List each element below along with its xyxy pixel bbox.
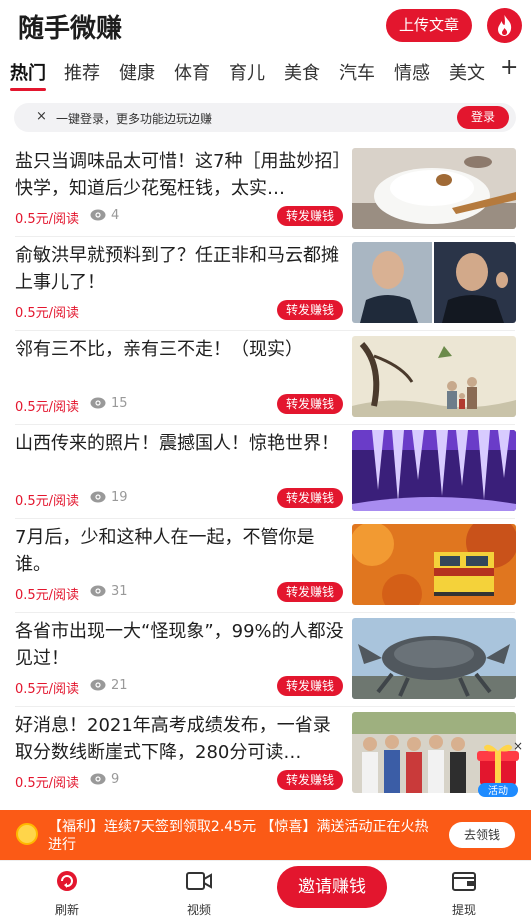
share-earn-button[interactable]: 转发赚钱 [277,582,343,602]
article-title[interactable]: 7月后，少和这种人在一起，不管你是谁。 [15,524,345,578]
tab-essay[interactable]: 美文 [449,59,485,85]
nav-withdraw[interactable]: 提现 [434,869,494,918]
top-bar: 随手微赚 上传文章 [0,0,531,52]
eye-icon [90,585,106,597]
article-price: 0.5元/阅读 [15,588,80,603]
article-item[interactable]: 7月后，少和这种人在一起，不管你是谁。 0.5元/阅读 31 转发赚钱 [0,519,531,613]
eye-icon [90,491,106,503]
activity-label: 活动 [488,785,508,797]
share-earn-button[interactable]: 转发赚钱 [277,770,343,790]
category-tabs: 热门 推荐 健康 体育 育儿 美食 汽车 情感 美文 + [0,55,531,95]
login-prompt-text: 一键登录，更多功能边玩边赚 [56,112,213,126]
tab-health[interactable]: 健康 [119,59,155,85]
eye-icon [90,397,106,409]
eye-icon [90,679,106,691]
tab-sports[interactable]: 体育 [174,59,210,85]
invite-earn-button[interactable]: 邀请赚钱 [277,866,387,908]
article-item[interactable]: 好消息！2021年高考成绩发布，一省录取分数线断崖式下降，280分可读… 0.5… [0,707,531,801]
article-thumbnail-crab-sculpture[interactable] [352,618,516,699]
article-price: 0.5元/阅读 [15,682,80,697]
article-thumbnail-salt[interactable] [352,148,516,229]
nav-withdraw-label: 提现 [451,903,476,917]
login-button[interactable]: 登录 [457,106,509,129]
app-title: 随手微赚 [18,14,123,44]
view-count: 21 [111,678,128,693]
active-tab-indicator [10,88,46,91]
close-activity-icon[interactable]: × [513,739,523,753]
article-title[interactable]: 邻有三不比，亲有三不走！（现实） [15,336,345,363]
tab-hot[interactable]: 热门 [10,59,46,85]
view-count: 9 [111,772,120,787]
article-thumbnail-painting[interactable] [352,336,516,417]
article-price: 0.5元/阅读 [15,212,80,227]
article-item[interactable]: 盐只当调味品太可惜！这7种［用盐妙招］快学，知道后少花冤枉钱，太实… 0.5元/… [0,143,531,237]
add-tab-icon[interactable]: + [500,55,518,80]
wallet-icon [452,872,476,891]
share-earn-button[interactable]: 转发赚钱 [277,206,343,226]
article-title[interactable]: 好消息！2021年高考成绩发布，一省录取分数线断崖式下降，280分可读… [15,712,345,766]
view-count: 15 [111,396,128,411]
upload-article-button[interactable]: 上传文章 [386,9,472,42]
view-count: 4 [111,208,120,223]
tab-food[interactable]: 美食 [284,59,320,85]
article-item[interactable]: 俞敏洪早就预料到了？任正非和马云都摊上事儿了！ 0.5元/阅读 转发赚钱 [0,237,531,331]
login-prompt-bar: × 一键登录，更多功能边玩边赚 登录 [14,103,516,132]
article-thumbnail-businessmen[interactable] [352,242,516,323]
nav-video[interactable]: 视频 [169,869,229,918]
article-title[interactable]: 俞敏洪早就预料到了？任正非和马云都摊上事儿了！ [15,242,345,296]
article-item[interactable]: 山西传来的照片！震撼国人！惊艳世界！ 0.5元/阅读 19 转发赚钱 [0,425,531,519]
article-title[interactable]: 盐只当调味品太可惜！这7种［用盐妙招］快学，知道后少花冤枉钱，太实… [15,148,345,202]
tab-auto[interactable]: 汽车 [339,59,375,85]
share-earn-button[interactable]: 转发赚钱 [277,676,343,696]
share-earn-button[interactable]: 转发赚钱 [277,300,343,320]
promo-banner[interactable]: 【福利】连续7天签到领取2.45元 【惊喜】满送活动正在火热进行 去领钱 [0,810,531,860]
close-icon[interactable]: × [36,109,47,124]
article-thumbnail-ice-cave[interactable] [352,430,516,511]
video-icon [186,872,212,890]
article-price: 0.5元/阅读 [15,400,80,415]
article-thumbnail-train[interactable] [352,524,516,605]
tab-parenting[interactable]: 育儿 [229,59,265,85]
coin-icon [16,823,38,845]
bottom-navigation: 刷新 视频 邀请赚钱 提现 [0,860,531,921]
eye-icon [90,773,106,785]
eye-icon [90,209,106,221]
nav-refresh-label: 刷新 [54,903,79,917]
article-price: 0.5元/阅读 [15,306,80,321]
article-item[interactable]: 各省市出现一大“怪现象”，99%的人都没见过！ 0.5元/阅读 21 转发赚钱 [0,613,531,707]
article-title[interactable]: 山西传来的照片！震撼国人！惊艳世界！ [15,430,345,457]
share-earn-button[interactable]: 转发赚钱 [277,488,343,508]
article-title[interactable]: 各省市出现一大“怪现象”，99%的人都没见过！ [15,618,345,672]
article-item[interactable]: 邻有三不比，亲有三不走！（现实） 0.5元/阅读 15 转发赚钱 [0,331,531,425]
nav-video-label: 视频 [186,903,211,917]
nav-refresh[interactable]: 刷新 [37,869,97,918]
fire-icon[interactable] [487,8,522,43]
view-count: 19 [111,490,128,505]
claim-money-button[interactable]: 去领钱 [449,822,515,848]
refresh-icon [57,871,77,891]
share-earn-button[interactable]: 转发赚钱 [277,394,343,414]
view-count: 31 [111,584,128,599]
article-price: 0.5元/阅读 [15,776,80,791]
tab-emotion[interactable]: 情感 [394,59,430,85]
tab-recommend[interactable]: 推荐 [64,59,100,85]
promo-text: 【福利】连续7天签到领取2.45元 【惊喜】满送活动正在火热进行 [48,819,429,853]
article-price: 0.5元/阅读 [15,494,80,509]
